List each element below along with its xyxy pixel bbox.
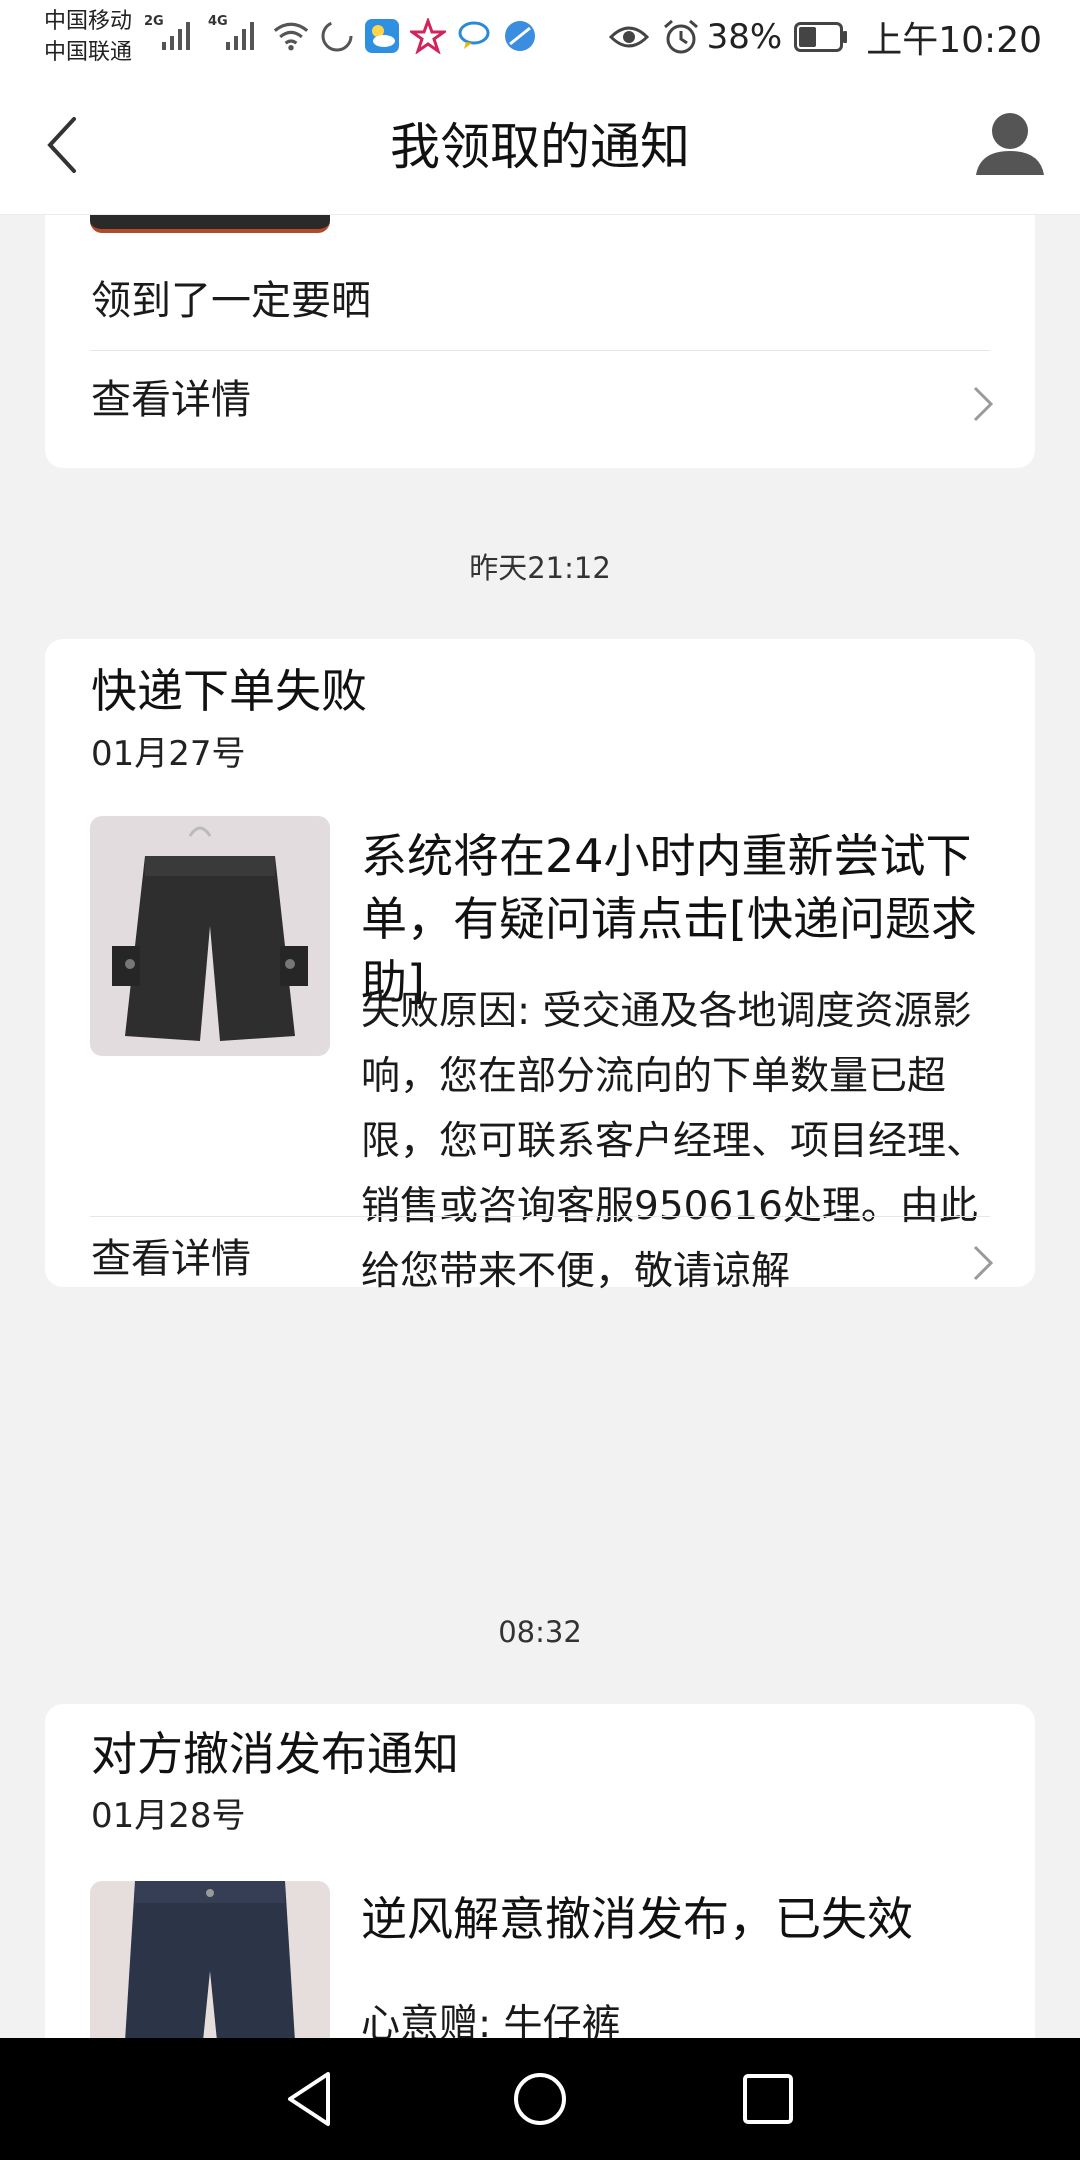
view-details-label: 查看详情: [91, 1236, 251, 1282]
time-separator: 昨天21:12: [469, 551, 611, 585]
carrier-info: 中国移动 中国联通: [44, 6, 132, 68]
notification-card: 领到了一定要晒 查看详情: [45, 215, 1035, 468]
weather-icon: [365, 19, 399, 53]
notification-body: 心意赠: 牛仔裤: [361, 2002, 621, 2038]
chat-app-icon: [458, 21, 490, 49]
profile-button[interactable]: [970, 105, 1050, 185]
notification-body: 领到了一定要晒: [91, 278, 371, 324]
notification-headline[interactable]: 逆风解意撤消发布，已失效: [361, 1888, 1001, 1951]
notification-list[interactable]: 领到了一定要晒 查看详情 昨天21:12 快递下单失败 01月27号 系统将在2…: [0, 215, 1080, 2038]
notification-title: 对方撤消发布通知: [91, 1727, 459, 1781]
user-avatar-icon: [976, 113, 1044, 175]
shorts-image: [90, 816, 330, 1056]
signal-icon: [162, 22, 190, 50]
app-header: 我领取的通知: [0, 75, 1080, 215]
time-separator: 08:32: [498, 1615, 582, 1649]
notification-title: 快递下单失败: [91, 664, 367, 718]
notification-card: 对方撤消发布通知 01月28号 逆风解意撤消发布，已失效 心意赠: 牛仔裤: [45, 1704, 1035, 2038]
sync-icon: [321, 20, 353, 52]
battery-percentage: 38%: [706, 17, 783, 57]
jeans-image: [90, 1881, 330, 2038]
carrier-1: 中国移动: [44, 9, 133, 34]
wifi-icon: [273, 22, 309, 51]
alarm-icon: [663, 19, 698, 54]
nav-recents-icon[interactable]: [733, 2064, 803, 2134]
status-bar: 中国移动 中国联通 2G 4G 38% 上午10:20: [0, 0, 1080, 75]
eye-icon: [608, 26, 649, 48]
page-title: 我领取的通知: [390, 118, 690, 176]
view-details-button[interactable]: 查看详情: [45, 1199, 1035, 1329]
product-thumbnail[interactable]: [90, 816, 330, 1056]
star-app-icon: [410, 18, 446, 54]
notification-card: 快递下单失败 01月27号 系统将在24小时内重新尝试下单，有疑问请点击[快递问…: [45, 639, 1035, 1294]
view-details-label: 查看详情: [91, 377, 251, 423]
chevron-right-icon: [973, 386, 994, 422]
view-details-button[interactable]: 查看详情: [45, 340, 1035, 470]
product-thumbnail[interactable]: [90, 215, 330, 233]
product-thumbnail[interactable]: [90, 1881, 330, 2038]
nav-home-icon[interactable]: [505, 2064, 575, 2134]
system-nav-bar: [0, 2038, 1080, 2160]
status-time: 上午10:20: [866, 20, 1042, 61]
nav-back-icon[interactable]: [276, 2064, 346, 2134]
notification-date: 01月28号: [91, 1796, 246, 1836]
notification-date: 01月27号: [91, 734, 246, 774]
browser-icon: [505, 21, 535, 51]
signal-icon: [226, 22, 254, 50]
battery-icon: [794, 22, 848, 52]
status-right: 38% 上午10:20: [608, 14, 1042, 61]
chevron-right-icon: [973, 1245, 994, 1281]
carrier-2: 中国联通: [44, 40, 133, 65]
